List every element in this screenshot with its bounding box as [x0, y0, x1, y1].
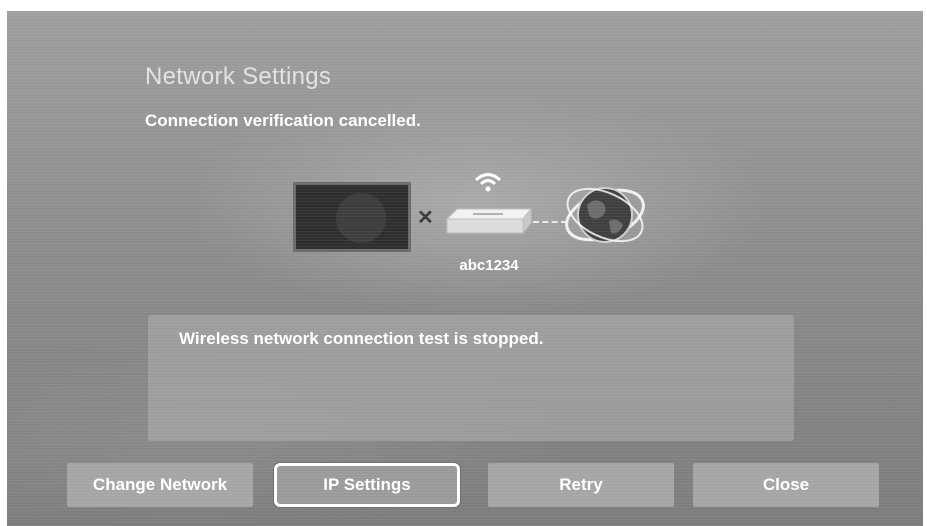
internet-globe-icon	[565, 187, 645, 243]
wifi-signal-icon	[474, 173, 502, 192]
change-network-button[interactable]: Change Network	[67, 463, 253, 507]
disconnect-x-icon: ✕	[417, 207, 434, 229]
tv-icon	[293, 182, 411, 252]
message-text: Wireless network connection test is stop…	[179, 329, 544, 348]
message-panel: Wireless network connection test is stop…	[148, 315, 794, 441]
close-button[interactable]: Close	[693, 463, 879, 507]
connection-line	[533, 221, 567, 223]
router-icon	[445, 207, 533, 235]
network-settings-screen: Network Settings Connection verification…	[7, 11, 923, 526]
button-bar: Change Network IP Settings Retry Close	[7, 463, 923, 513]
connection-diagram: ✕ abc1234	[7, 11, 923, 311]
ip-settings-button[interactable]: IP Settings	[274, 463, 460, 507]
network-ssid: abc1234	[459, 257, 519, 274]
retry-button[interactable]: Retry	[488, 463, 674, 507]
